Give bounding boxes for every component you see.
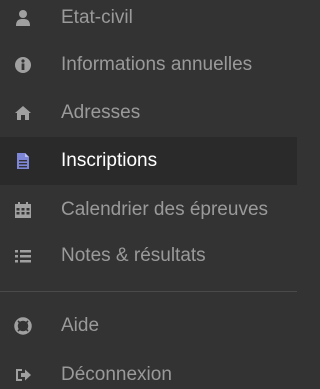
- menu-item-label: Etat-civil: [61, 7, 133, 28]
- user-icon: [8, 0, 38, 42]
- lifebuoy-icon: [8, 302, 38, 350]
- sign-out-icon: [8, 351, 38, 389]
- menu-item-adresses[interactable]: Adresses: [0, 89, 297, 137]
- menu-item-deconnexion[interactable]: Déconnexion: [0, 351, 297, 389]
- menu-item-inscriptions[interactable]: Inscriptions: [0, 137, 297, 185]
- document-icon: [8, 137, 38, 185]
- home-icon: [8, 89, 38, 137]
- menu-item-label: Inscriptions: [61, 150, 158, 171]
- menu-item-label: Notes & résultats: [61, 245, 206, 266]
- info-circle-icon: [8, 41, 38, 89]
- menu-item-etat-civil[interactable]: Etat-civil: [0, 0, 297, 42]
- menu-item-label: Calendrier des épreuves: [61, 199, 269, 220]
- menu-item-aide[interactable]: Aide: [0, 302, 297, 350]
- menu-item-notes-resultats[interactable]: Notes & résultats: [0, 232, 297, 280]
- menu-item-label: Déconnexion: [61, 364, 172, 385]
- menu-item-label: Adresses: [61, 102, 141, 123]
- menu-item-label: Informations annuelles: [61, 54, 253, 75]
- list-icon: [8, 232, 38, 280]
- sidebar-menu: Etat-civil Informations annuelles Adress…: [0, 0, 297, 389]
- calendar-icon: [8, 186, 38, 234]
- menu-item-label: Aide: [61, 315, 100, 336]
- menu-item-calendrier-des-epreuves[interactable]: Calendrier des épreuves: [0, 186, 297, 234]
- menu-divider: [0, 291, 297, 292]
- menu-item-informations-annuelles[interactable]: Informations annuelles: [0, 41, 297, 89]
